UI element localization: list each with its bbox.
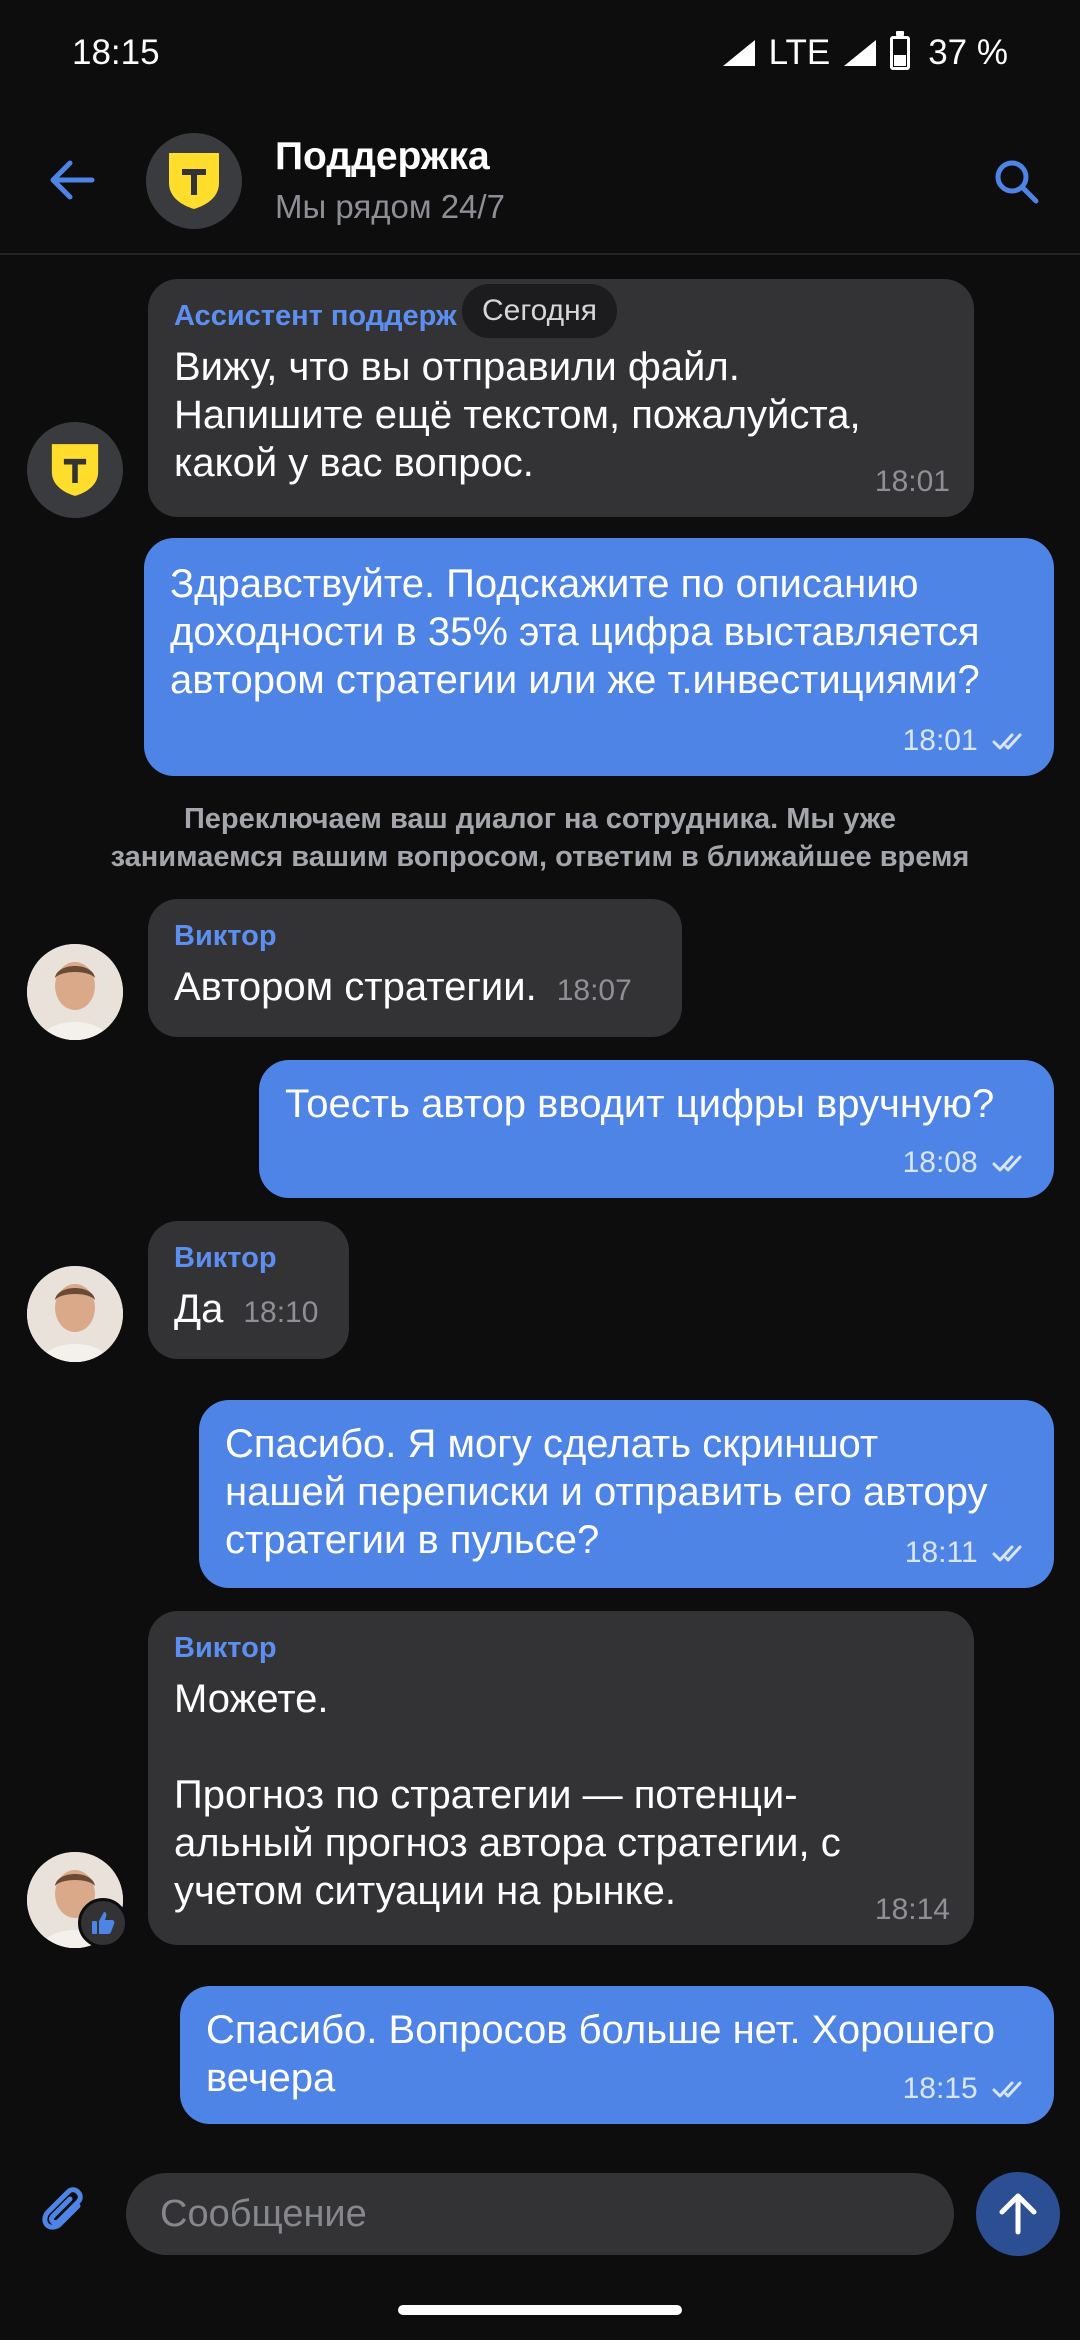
double-check-icon <box>992 1155 1022 1172</box>
operator-avatar <box>27 1266 123 1362</box>
status-time: 18:15 <box>72 32 160 72</box>
like-reaction[interactable] <box>78 1898 128 1948</box>
message-time-group: 18:11 <box>905 1536 1030 1570</box>
message-time-group: 18:08 <box>903 1146 1030 1180</box>
message-outgoing[interactable]: Спасибо. Вопросов больше нет. Хорошего в… <box>180 1986 1054 2124</box>
message-time: 18:08 <box>902 1146 978 1179</box>
message-incoming[interactable]: Виктор Можете. Прогноз по стратегии — по… <box>148 1611 974 1945</box>
sender-name: Виктор <box>174 1632 277 1664</box>
person-photo-icon <box>27 1266 123 1362</box>
chat-subtitle: Мы рядом 24/7 <box>275 188 505 225</box>
message-input[interactable] <box>160 2192 954 2236</box>
message-time: 18:15 <box>902 2072 978 2105</box>
chat-title: Поддержка <box>275 135 490 178</box>
support-avatar[interactable] <box>146 133 242 229</box>
message-time-group: 18:01 <box>903 724 1030 758</box>
battery-level: 37 % <box>928 32 1008 72</box>
bank-shield-icon <box>51 444 99 496</box>
operator-avatar <box>27 944 123 1040</box>
status-bar: 18:15 LTE 37 % <box>0 0 1080 105</box>
double-check-icon <box>992 733 1022 750</box>
message-text: Здравствуйте. Подскажите по описанию дох… <box>170 562 980 702</box>
date-chip: Сегодня <box>462 284 617 338</box>
back-arrow-icon[interactable] <box>48 158 96 202</box>
message-text: Можете. Прогноз по стратегии — потенци- … <box>174 1677 841 1913</box>
search-icon[interactable] <box>992 157 1040 205</box>
message-input-container <box>126 2173 954 2255</box>
thumbs-up-icon <box>92 1912 115 1934</box>
home-indicator[interactable] <box>398 2305 682 2315</box>
double-check-icon <box>992 1545 1022 1562</box>
message-time: 18:10 <box>243 1296 319 1329</box>
message-text: Автором стратегии. <box>174 965 537 1009</box>
message-text: Вижу, что вы отправили файл. Напишите ещ… <box>174 345 861 485</box>
message-text: Тоесть автор вводит цифры вручную? <box>285 1082 995 1126</box>
person-photo-icon <box>27 944 123 1040</box>
signal-icon <box>844 39 877 66</box>
assistant-avatar <box>27 422 123 518</box>
message-time: 18:14 <box>874 1893 950 1926</box>
double-check-icon <box>992 2081 1022 2098</box>
network-label: LTE <box>768 32 831 72</box>
attach-icon[interactable] <box>38 2184 94 2240</box>
message-time: 18:11 <box>904 1536 978 1569</box>
bank-shield-icon <box>169 153 219 209</box>
message-time-group: 18:15 <box>903 2072 1030 2106</box>
signal-icon <box>722 39 755 66</box>
send-button[interactable] <box>976 2172 1060 2256</box>
message-incoming[interactable]: Виктор Да 18:10 <box>148 1221 349 1359</box>
message-outgoing[interactable]: Спасибо. Я могу сделать скриншот нашей п… <box>199 1400 1054 1588</box>
message-incoming[interactable]: Виктор Автором стратегии. 18:07 <box>148 899 682 1037</box>
message-time: 18:01 <box>902 724 978 757</box>
arrow-up-icon <box>999 2193 1037 2235</box>
message-text: Да <box>174 1287 224 1331</box>
sender-name: Виктор <box>174 920 277 952</box>
chat-header: Поддержка Мы рядом 24/7 <box>0 105 1080 255</box>
sender-name: Виктор <box>174 1242 277 1274</box>
status-indicators: LTE 37 % <box>721 30 1008 73</box>
message-outgoing[interactable]: Тоесть автор вводит цифры вручную? 18:08 <box>259 1060 1054 1198</box>
system-note: Переключаем ваш диалог на сотрудника. Мы… <box>110 803 970 873</box>
message-time: 18:07 <box>556 974 632 1007</box>
battery-icon <box>890 30 911 70</box>
message-time: 18:01 <box>874 465 950 498</box>
message-outgoing[interactable]: Здравствуйте. Подскажите по описанию дох… <box>144 538 1054 776</box>
